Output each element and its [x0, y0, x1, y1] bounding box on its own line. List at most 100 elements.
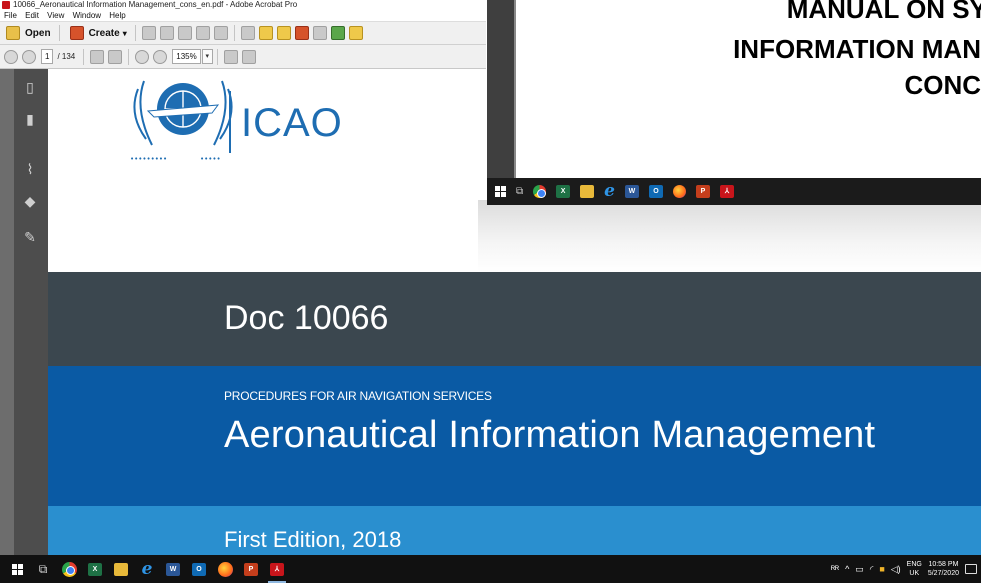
insert-page-icon[interactable] — [330, 26, 345, 40]
icao-wordmark: ICAO — [241, 101, 343, 145]
firefox-icon — [672, 185, 686, 198]
network-icon[interactable]: ▭ — [855, 564, 864, 575]
navigation-pane-strip — [0, 69, 14, 555]
secondary-window[interactable]: MANUAL ON SY INFORMATION MAN CONC ⧉ X e … — [487, 0, 981, 205]
taskbar-outlook[interactable]: O — [186, 555, 212, 583]
create-label: Create — [88, 27, 120, 39]
menu-bar: File Edit View Window Help — [0, 10, 486, 21]
svg-text:•••••: ••••• — [200, 155, 221, 163]
taskbar-firefox[interactable] — [212, 555, 238, 583]
settings-gear-icon[interactable] — [240, 26, 255, 40]
excel-icon: X — [556, 185, 571, 198]
page-total: / 134 — [57, 52, 76, 61]
taskbar-chrome[interactable] — [56, 555, 82, 583]
pdf-app-icon — [2, 1, 10, 9]
edition-label: First Edition, 2018 — [224, 527, 402, 552]
chrome-icon — [533, 185, 547, 198]
hand-tool-icon[interactable] — [108, 49, 123, 64]
bookmarks-icon[interactable]: ▮ — [22, 111, 38, 127]
acrobat-icon: ⅄ — [719, 185, 734, 198]
zoom-dropdown-icon[interactable]: ▾ — [201, 49, 213, 64]
main-toolbar: Open Create ▾ — [0, 21, 486, 45]
show-hidden-icons-chevron-icon[interactable]: ^ — [845, 564, 849, 574]
word-icon: W — [624, 185, 639, 198]
page-thumbnails-icon[interactable]: ▯ — [22, 79, 38, 95]
highlight-icon[interactable] — [276, 26, 291, 40]
fit-page-icon[interactable] — [223, 49, 238, 64]
toolbar-divider — [134, 25, 136, 41]
zoom-input[interactable]: 135% — [172, 49, 201, 64]
zoom-out-icon[interactable] — [135, 49, 150, 64]
logo-divider — [229, 91, 231, 153]
menu-file[interactable]: File — [4, 11, 17, 20]
internet-explorer-icon: e — [141, 558, 153, 579]
manual-heading-line-2: INFORMATION MAN — [733, 34, 981, 64]
taskbar-acrobat[interactable]: ⅄ — [264, 555, 290, 583]
navigation-pane: ▯ ▮ ⌇ ◆ ✎ — [14, 69, 48, 555]
desktop: 10066_Aeronautical Information Managemen… — [0, 0, 981, 583]
save-icon[interactable] — [141, 26, 156, 40]
language-indicator[interactable]: ENG UK — [907, 560, 922, 578]
toolbar-divider — [216, 48, 218, 65]
create-pdf-icon — [69, 26, 84, 40]
keyboard-layout: UK — [909, 570, 920, 577]
title-bar: 10066_Aeronautical Information Managemen… — [0, 0, 486, 10]
zoom-in-icon[interactable] — [153, 49, 168, 64]
task-view-icon: ⧉ — [38, 561, 48, 576]
cloud-upload-icon[interactable] — [159, 26, 174, 40]
clock-time: 10:58 PM — [928, 561, 959, 568]
taskbar-powerpoint[interactable]: P — [238, 555, 264, 583]
toolbar-divider — [233, 25, 235, 41]
excel-icon: X — [88, 562, 102, 576]
powerpoint-icon: P — [244, 562, 258, 576]
edit-document-icon[interactable] — [195, 26, 210, 40]
select-tool-icon[interactable] — [90, 49, 105, 64]
layers-icon[interactable]: ◆ — [22, 193, 38, 209]
powerpoint-icon: P — [695, 185, 710, 198]
print-icon[interactable] — [177, 26, 192, 40]
people-icon[interactable]: ᴿᴿ — [831, 564, 839, 574]
email-icon[interactable] — [213, 26, 228, 40]
toolbar-divider — [83, 48, 85, 65]
extract-page-icon[interactable] — [312, 26, 327, 40]
start-button[interactable] — [4, 555, 30, 583]
next-page-icon[interactable] — [22, 49, 36, 64]
clock[interactable]: 10:58 PM 5/27/2020 — [928, 560, 959, 578]
signatures-icon[interactable]: ✎ — [22, 229, 38, 245]
windows-taskbar: ⧉ X e W O P ⅄ ᴿᴿ ^ ▭ ◜ ■ ◁) ENG UK 10:58… — [0, 555, 981, 583]
icao-emblem-icon: ••••••••• ••••• — [130, 80, 233, 163]
window-title: 10066_Aeronautical Information Managemen… — [13, 0, 298, 9]
create-button[interactable]: Create ▾ — [64, 24, 131, 42]
menu-window[interactable]: Window — [73, 11, 101, 20]
page-number-input[interactable]: 1 — [41, 49, 54, 64]
taskbar-excel[interactable]: X — [82, 555, 108, 583]
manual-heading-line-1: MANUAL ON SY — [786, 0, 981, 24]
taskbar-word[interactable]: W — [160, 555, 186, 583]
system-tray: ᴿᴿ ^ ▭ ◜ ■ ◁) ENG UK 10:58 PM 5/27/2020 — [831, 560, 981, 578]
action-center-icon[interactable] — [965, 564, 977, 574]
internet-explorer-icon: e — [604, 181, 615, 201]
full-screen-icon[interactable] — [241, 49, 256, 64]
wifi-icon[interactable]: ◜ — [870, 564, 874, 575]
comment-icon[interactable] — [258, 26, 273, 40]
task-view-button[interactable]: ⧉ — [30, 555, 56, 583]
secondary-taskbar: ⧉ X e W O P ⅄ — [487, 178, 981, 205]
edition-band — [48, 506, 981, 555]
open-button[interactable]: Open — [0, 24, 55, 42]
delete-page-icon[interactable] — [294, 26, 309, 40]
menu-view[interactable]: View — [47, 11, 64, 20]
word-icon: W — [166, 562, 180, 576]
taskbar-internet-explorer[interactable]: e — [134, 555, 160, 583]
sign-icon[interactable] — [348, 26, 363, 40]
attachments-icon[interactable]: ⌇ — [22, 161, 38, 177]
task-view-icon: ⧉ — [516, 186, 524, 197]
volume-icon[interactable]: ◁) — [891, 564, 901, 575]
create-caret-icon: ▾ — [122, 28, 127, 38]
lock-icon[interactable]: ■ — [879, 564, 884, 574]
taskbar-file-explorer[interactable] — [108, 555, 134, 583]
previous-page-icon[interactable] — [4, 49, 18, 64]
outlook-icon: O — [192, 562, 206, 576]
language-code: ENG — [906, 561, 922, 568]
menu-help[interactable]: Help — [109, 11, 125, 20]
menu-edit[interactable]: Edit — [25, 11, 39, 20]
